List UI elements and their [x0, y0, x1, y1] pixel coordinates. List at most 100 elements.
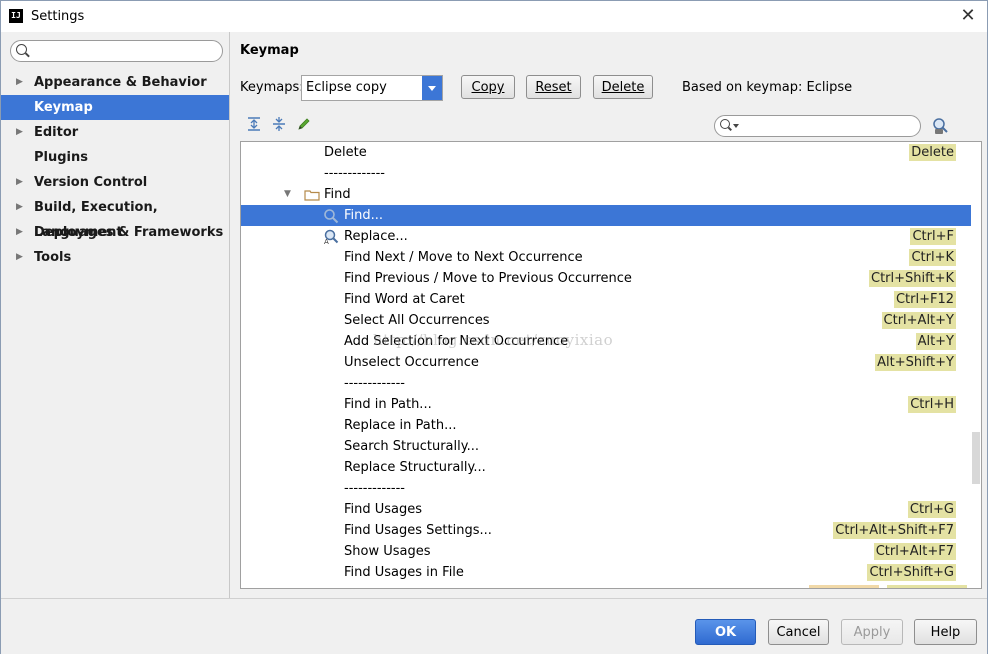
tree-row[interactable]: Find Usages Settings... Ctrl+Alt+Shift+F7 — [241, 520, 971, 541]
tree-row[interactable]: Find Usages Ctrl+G — [241, 499, 971, 520]
sidebar-item-label: Languages & Frameworks — [34, 225, 224, 240]
apply-button[interactable]: Apply — [841, 619, 903, 645]
action-name: Find Usages in File — [344, 565, 464, 580]
reset-keymap-button[interactable]: Reset — [526, 75, 581, 99]
svg-text:A: A — [324, 238, 329, 245]
keymaps-label: Keymaps: — [240, 80, 304, 95]
shortcut-badge: Ctrl+G — [907, 501, 956, 518]
tree-row[interactable]: Search Structurally... — [241, 436, 971, 457]
action-name: Find Word at Caret — [344, 292, 465, 307]
delete-keymap-button-label: Delete — [601, 80, 645, 95]
partial-shortcut-badge — [887, 585, 967, 588]
help-button[interactable]: Help — [914, 619, 977, 645]
search-icon — [720, 119, 730, 129]
shortcut-badge: Alt+Y — [915, 333, 956, 350]
replace-icon: A — [324, 229, 339, 245]
cancel-button[interactable]: Cancel — [768, 619, 829, 645]
tree-row[interactable]: Show Usages Ctrl+Alt+F7 — [241, 541, 971, 562]
sidebar-item-editor[interactable]: ▶ Editor — [1, 120, 229, 145]
tree-separator: ------------- — [344, 481, 405, 496]
sidebar-item-plugins[interactable]: Plugins — [1, 145, 229, 170]
edit-shortcut-icon[interactable] — [296, 116, 312, 132]
tree-row[interactable]: Select All Occurrences Ctrl+Alt+Y — [241, 310, 971, 331]
folder-icon — [304, 190, 320, 201]
sidebar-item-label: Tools — [34, 250, 72, 265]
chevron-down-icon[interactable] — [422, 76, 442, 100]
sidebar-item-version-control[interactable]: ▶ Version Control — [1, 170, 229, 195]
tree-row[interactable]: Find... — [241, 205, 971, 226]
tree-row[interactable]: Find Previous / Move to Previous Occurre… — [241, 268, 971, 289]
tree-row[interactable]: ------------- — [241, 373, 971, 394]
sidebar-item-languages-frameworks[interactable]: ▶ Languages & Frameworks — [1, 220, 229, 245]
copy-keymap-button-label: Copy — [471, 80, 505, 95]
delete-keymap-button[interactable]: Delete — [593, 75, 653, 99]
close-window-button[interactable]: ✕ — [955, 4, 981, 28]
keymap-dropdown[interactable]: Eclipse copy — [301, 75, 443, 101]
action-name: Find Usages — [344, 502, 423, 517]
sidebar-item-tools[interactable]: ▶ Tools — [1, 245, 229, 270]
tree-row[interactable]: ------------- — [241, 163, 971, 184]
shortcut-badge: Alt+Shift+Y — [875, 354, 956, 371]
tree-row[interactable]: Delete Delete — [241, 142, 971, 163]
settings-search-input[interactable] — [33, 42, 217, 60]
action-name: Find — [324, 187, 351, 202]
reset-keymap-button-label: Reset — [535, 80, 572, 95]
tree-row[interactable]: Unselect Occurrence Alt+Shift+Y — [241, 352, 971, 373]
find-by-shortcut-icon[interactable] — [931, 117, 949, 135]
keymap-filter-box[interactable] — [714, 115, 921, 137]
action-name: Replace Structurally... — [344, 460, 486, 475]
action-name: Search Structurally... — [344, 439, 479, 454]
tree-scrollbar-thumb[interactable] — [972, 432, 980, 484]
settings-search-box[interactable] — [10, 40, 223, 62]
sidebar-item-keymap[interactable]: Keymap — [1, 95, 229, 120]
tree-row[interactable]: Replace Structurally... — [241, 457, 971, 478]
search-icon — [324, 209, 339, 224]
sidebar-item-build-execution-deployment[interactable]: ▶ Build, Execution, Deployment — [1, 195, 229, 240]
chevron-right-icon[interactable]: ▶ — [16, 70, 23, 95]
copy-keymap-button[interactable]: Copy — [461, 75, 515, 99]
chevron-down-icon[interactable] — [733, 124, 739, 128]
tree-row[interactable]: Find in Path... Ctrl+H — [241, 394, 971, 415]
tree-group-row[interactable]: ▼ Find — [241, 184, 971, 205]
tree-row[interactable]: ------------- — [241, 478, 971, 499]
shortcut-badge: Ctrl+Shift+K — [869, 270, 956, 287]
keymap-dropdown-value: Eclipse copy — [306, 80, 387, 95]
shortcut-badge: Ctrl+Alt+Shift+F7 — [833, 522, 956, 539]
keymap-actions-tree[interactable]: Delete Delete ------------- ▼ Find Find... A Re… — [240, 141, 982, 589]
collapse-all-icon[interactable] — [271, 116, 287, 132]
page-title: Keymap — [240, 43, 299, 58]
action-name: Select All Occurrences — [344, 313, 490, 328]
chevron-right-icon[interactable]: ▶ — [16, 220, 23, 245]
tree-row[interactable]: Find Next / Move to Next Occurrence Ctrl+… — [241, 247, 971, 268]
search-icon — [16, 44, 27, 55]
keymap-filter-input[interactable] — [743, 117, 917, 135]
chevron-right-icon[interactable]: ▶ — [16, 195, 23, 220]
shortcut-badge: Ctrl+Shift+G — [867, 564, 956, 581]
tree-separator: ------------- — [344, 376, 405, 391]
sidebar-item-appearance-behavior[interactable]: ▶ Appearance & Behavior — [1, 70, 229, 95]
tree-row[interactable]: Replace in Path... — [241, 415, 971, 436]
action-name: Replace in Path... — [344, 418, 457, 433]
action-name: Find... — [344, 208, 384, 223]
tree-row[interactable]: Find Word at Caret Ctrl+F12 — [241, 289, 971, 310]
chevron-right-icon[interactable]: ▶ — [16, 120, 23, 145]
chevron-down-icon[interactable]: ▼ — [284, 184, 291, 205]
shortcut-badge: Ctrl+F12 — [893, 291, 956, 308]
chevron-right-icon[interactable]: ▶ — [16, 170, 23, 195]
ok-button[interactable]: OK — [695, 619, 756, 645]
chevron-right-icon[interactable]: ▶ — [16, 245, 23, 270]
shortcut-badge: Ctrl+F — [910, 228, 956, 245]
settings-sidebar: ▶ Appearance & Behavior Keymap ▶ Editor Plugi… — [1, 32, 230, 598]
shortcut-badge: Ctrl+Alt+Y — [881, 312, 956, 329]
action-name: Replace... — [344, 229, 408, 244]
sidebar-item-label: Appearance & Behavior — [34, 75, 207, 90]
intellij-app-icon: IJ — [9, 9, 23, 23]
partial-shortcut-badge — [809, 585, 879, 588]
sidebar-item-label: Editor — [34, 125, 79, 140]
action-name: Unselect Occurrence — [344, 355, 479, 370]
action-name: Show Usages — [344, 544, 431, 559]
action-name: Find Previous / Move to Previous Occurre… — [344, 271, 632, 286]
tree-row[interactable]: A Replace... Ctrl+F — [241, 226, 971, 247]
expand-all-icon[interactable] — [246, 116, 262, 132]
tree-row[interactable]: Find Usages in File Ctrl+Shift+G — [241, 562, 971, 583]
